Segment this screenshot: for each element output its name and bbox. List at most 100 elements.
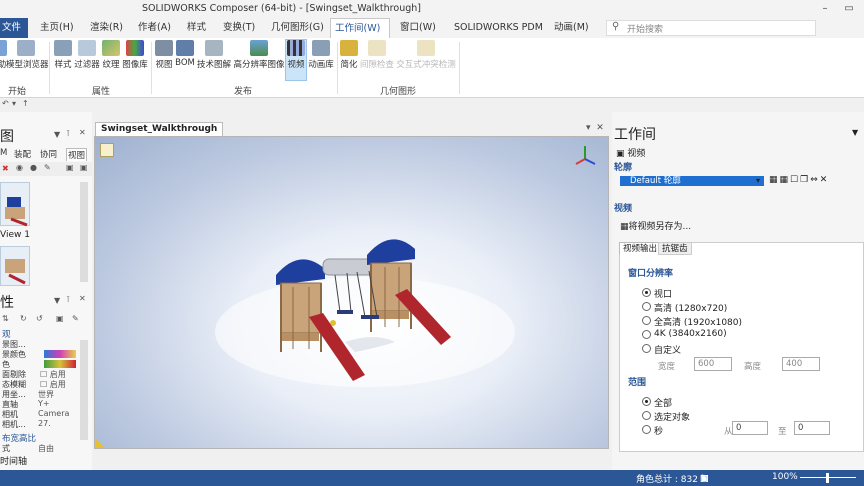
dropdown-icon[interactable]: ▾ <box>12 99 16 108</box>
width-input[interactable]: 600 <box>694 357 732 371</box>
tab-home[interactable]: 主页(H) <box>36 18 78 38</box>
view-thumbnail-1[interactable] <box>0 182 30 227</box>
search-input[interactable]: ⚲ 开始搜索 <box>606 20 816 36</box>
ribbon-btn-animation-library[interactable]: 动画库 <box>308 40 334 80</box>
profile-select[interactable]: Default 轮廓 <box>620 176 764 186</box>
to-input[interactable]: 0 <box>794 421 830 435</box>
panel-close-icon[interactable]: ✕ <box>79 128 86 137</box>
tab-workshops[interactable]: 工作间(W) <box>330 18 390 38</box>
props-scrollbar[interactable] <box>80 340 88 440</box>
tab-author[interactable]: 作者(A) <box>134 18 175 38</box>
res-hd-radio[interactable] <box>642 302 651 311</box>
workshop-panel-menu-icon[interactable]: ▼ <box>852 128 858 137</box>
save-video-as-button[interactable]: ▦将视频另存为... <box>620 219 691 232</box>
color-swatch[interactable] <box>44 360 76 368</box>
from-input[interactable]: 0 <box>732 421 768 435</box>
interference-icon <box>417 40 435 56</box>
swingset-model[interactable] <box>95 137 609 449</box>
restore-icon[interactable]: ▭ <box>842 2 856 16</box>
timeline-label[interactable]: 时间轴 <box>0 454 27 467</box>
camera-small2-icon[interactable]: ▣ <box>80 163 88 172</box>
document-tab[interactable]: Swingset_Walkthrough <box>95 122 224 136</box>
res-fullhd-radio[interactable] <box>642 316 651 325</box>
resize-corner-icon[interactable] <box>95 438 105 448</box>
height-input[interactable]: 400 <box>782 357 820 371</box>
ribbon-btn-filters[interactable]: 过滤器 <box>74 40 100 80</box>
add-view-icon[interactable]: ✖ <box>2 164 9 173</box>
ribbon-btn-hires-image[interactable]: 高分辨率图像 <box>233 40 285 80</box>
tab-window[interactable]: 窗口(W) <box>396 18 440 38</box>
actor-count: 角色总计 : 832 <box>636 475 698 485</box>
tab-views-assembly[interactable]: 装配 <box>14 148 31 160</box>
camera-small-icon[interactable]: ▣ <box>66 163 74 172</box>
ribbon-btn-tech-illustration[interactable]: 技术图解 <box>197 40 231 80</box>
range-seconds-label: 秒 <box>654 427 664 437</box>
tab-transform[interactable]: 变换(T) <box>219 18 259 38</box>
brush-icon[interactable]: ✎ <box>44 163 51 172</box>
res-4k-radio[interactable] <box>642 330 651 339</box>
viewport-controls: ▾ ✕ <box>586 123 604 133</box>
range-all-radio[interactable] <box>642 397 651 406</box>
props-tool4-icon[interactable]: ▣ <box>56 314 64 323</box>
film-icon: ▦ <box>620 222 629 232</box>
ribbon-btn-image-library[interactable]: 图像库 <box>122 40 148 80</box>
status-tool6-icon[interactable]: ▦ <box>700 474 712 484</box>
tab-antialiasing[interactable]: 抗锯齿 <box>658 242 692 255</box>
ribbon-btn-views[interactable]: 视图 <box>155 40 173 80</box>
tab-views-views[interactable]: 视图 <box>66 148 88 161</box>
views-scrollbar[interactable] <box>80 182 88 282</box>
tab-views-m[interactable]: M <box>0 148 7 158</box>
3d-viewport[interactable] <box>94 136 609 449</box>
profile-new-icon[interactable]: ☐ <box>790 175 800 185</box>
props-tool1-icon[interactable]: ⇅ <box>2 314 9 323</box>
tab-geometry[interactable]: 几何图形(G) <box>267 18 328 38</box>
delete-view-icon[interactable]: ● <box>30 163 37 172</box>
file-menu[interactable]: 文件 <box>0 18 28 38</box>
tab-views-collab[interactable]: 协同 <box>40 148 57 160</box>
viewport-close-icon[interactable]: ✕ <box>596 123 604 133</box>
profile-dropdown-icon[interactable]: ▾ <box>756 176 760 185</box>
ribbon-btn-styles[interactable]: 样式 <box>54 40 72 80</box>
props-tool2-icon[interactable]: ↻ <box>20 314 27 323</box>
tab-pdm[interactable]: SOLIDWORKS PDM <box>450 18 547 38</box>
video-node: ▣ 视频 <box>616 149 646 159</box>
res-viewport-radio[interactable] <box>642 288 651 297</box>
left-tower <box>276 259 325 352</box>
quick-access-toolbar: ↶ ▾ ↑ <box>0 98 864 112</box>
props-close-icon[interactable]: ✕ <box>79 294 86 303</box>
zoom-level: 100% <box>772 472 798 482</box>
range-seconds-radio[interactable] <box>642 425 651 434</box>
profile-copy-icon[interactable]: ❐ <box>800 175 810 185</box>
pin-icon[interactable]: ↑ <box>22 99 29 108</box>
ribbon-btn-video[interactable]: 视频 <box>285 39 307 81</box>
tab-style[interactable]: 样式 <box>183 18 210 38</box>
tab-video-output[interactable]: 视频输出 <box>619 242 662 255</box>
profile-tool2-icon[interactable]: ▦ <box>780 175 791 185</box>
props-tool5-icon[interactable]: ✎ <box>72 314 79 323</box>
props-pin2-icon[interactable]: ⊺ <box>66 295 70 304</box>
res-custom-radio[interactable] <box>642 344 651 353</box>
ribbon-btn-model-browser[interactable]: 模型浏览器 <box>6 40 49 80</box>
ribbon-btn-textures[interactable]: 纹理 <box>102 40 120 80</box>
props-pin-icon[interactable]: ▼ <box>54 296 60 305</box>
view-thumbnail-2[interactable] <box>0 246 30 286</box>
ribbon-btn-bom[interactable]: BOM <box>175 40 195 80</box>
bg-color-swatch[interactable] <box>44 350 76 358</box>
zoom-slider-thumb[interactable] <box>826 473 829 483</box>
panel-pin-icon[interactable]: ▼ <box>54 130 60 139</box>
tab-animation[interactable]: 动画(M) <box>550 18 593 38</box>
tab-render[interactable]: 渲染(R) <box>86 18 127 38</box>
ribbon: 助 模型浏览器 开始 样式 过滤器 纹理 图像库 属性 视图 BOM 技术图解 … <box>0 38 864 98</box>
panel-pin2-icon[interactable]: ⊺ <box>66 129 70 138</box>
update-view-icon[interactable]: ◉ <box>16 163 23 172</box>
undo-icon[interactable]: ↶ <box>2 99 9 108</box>
profile-rename-icon[interactable]: ⇔ <box>810 175 820 185</box>
camera-icon <box>155 40 173 56</box>
profile-delete-icon[interactable]: ✕ <box>820 175 830 185</box>
range-selected-radio[interactable] <box>642 411 651 420</box>
props-tool3-icon[interactable]: ↺ <box>36 314 43 323</box>
viewport-menu-icon[interactable]: ▾ <box>586 123 591 133</box>
ribbon-btn-simplify[interactable]: 简化 <box>340 40 358 80</box>
minimize-icon[interactable]: – <box>818 2 832 16</box>
profile-tool1-icon[interactable]: ▦ <box>769 175 780 185</box>
